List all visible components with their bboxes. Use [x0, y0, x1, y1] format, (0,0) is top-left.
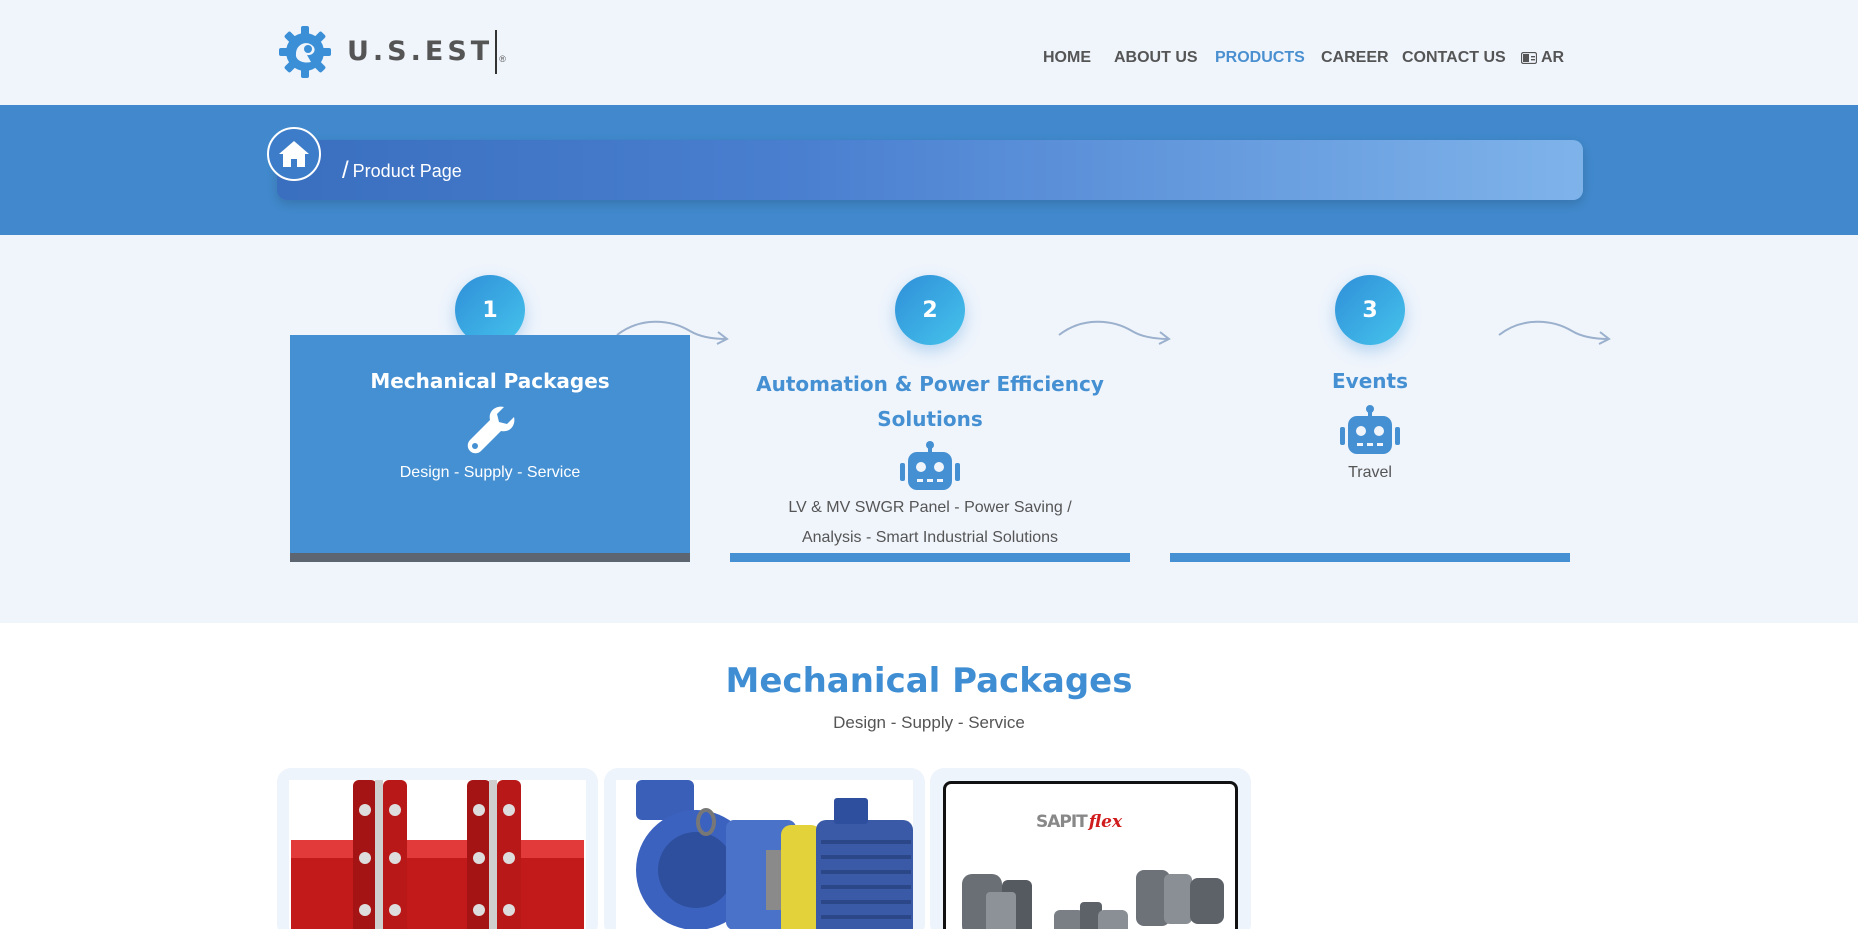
step-card-mechanical[interactable]: Mechanical Packages Design - Supply - Se… — [290, 335, 690, 562]
language-icon — [1521, 52, 1537, 64]
brand-name: SAPIT — [1036, 812, 1088, 832]
breadcrumb: / Product Page — [342, 157, 462, 185]
step-title: Mechanical Packages — [370, 369, 610, 393]
step-underline — [290, 553, 690, 562]
breadcrumb-separator: / — [342, 157, 349, 184]
products-section: Mechanical Packages Design - Supply - Se… — [0, 623, 1858, 929]
robot-icon — [1340, 405, 1400, 454]
nav-about-us[interactable]: ABOUT US — [1114, 49, 1198, 67]
registered-mark: ® — [499, 54, 506, 64]
pump-motor-image — [616, 780, 913, 929]
step-description: LV & MV SWGR Panel - Power Saving / Anal… — [788, 499, 1072, 546]
robot-icon — [900, 441, 960, 490]
nav-contact-us[interactable]: CONTACT US — [1402, 49, 1506, 67]
language-label: AR — [1541, 49, 1565, 66]
step-title: Events — [1332, 369, 1408, 393]
home-button[interactable] — [267, 127, 321, 181]
step-title: Automation & Power Efficiency Solutions — [756, 372, 1104, 431]
logo[interactable]: U.S.EST ® — [277, 24, 506, 80]
site-header: U.S.EST ® HOME ABOUT US PRODUCTS CAREER … — [0, 0, 1858, 105]
logo-text: U.S.EST — [347, 30, 498, 74]
product-card[interactable]: SAPIT flex — [930, 768, 1251, 929]
coupling-part — [1054, 902, 1128, 929]
step-description: Design - Supply - Service — [399, 464, 581, 481]
language-switch[interactable]: AR — [1521, 49, 1564, 67]
product-card[interactable] — [277, 768, 598, 929]
coupling-part — [1136, 870, 1224, 926]
product-card[interactable] — [604, 768, 925, 929]
step-card-automation[interactable]: Automation & Power Efficiency Solutions … — [730, 335, 1130, 562]
step-description: Travel — [1348, 464, 1392, 481]
breadcrumb-bar — [277, 140, 1583, 200]
step-underline — [730, 553, 1130, 562]
nav-home[interactable]: HOME — [1043, 49, 1091, 67]
home-icon — [279, 141, 309, 167]
step-underline — [1170, 553, 1570, 562]
sapit-flex-image: SAPIT flex — [943, 781, 1238, 929]
gear-logo-icon — [279, 26, 331, 78]
page-banner: / Product Page — [0, 105, 1858, 235]
brand-suffix: flex — [1088, 812, 1123, 832]
step-card-events[interactable]: Events Travel — [1170, 335, 1570, 562]
coupling-part — [962, 874, 1032, 929]
category-steps: 1 2 3 Mechanical Packages Design - Suppl… — [0, 235, 1858, 623]
brand-logo: SAPIT flex — [1036, 812, 1122, 832]
wrench-icon — [467, 406, 515, 454]
breadcrumb-current: Product Page — [352, 160, 462, 181]
nav-products[interactable]: PRODUCTS — [1215, 49, 1305, 67]
section-subtitle: Design - Supply - Service — [833, 713, 1025, 732]
nav-career[interactable]: CAREER — [1321, 49, 1389, 67]
coupling-image — [289, 780, 586, 929]
section-title: Mechanical Packages — [725, 661, 1133, 701]
